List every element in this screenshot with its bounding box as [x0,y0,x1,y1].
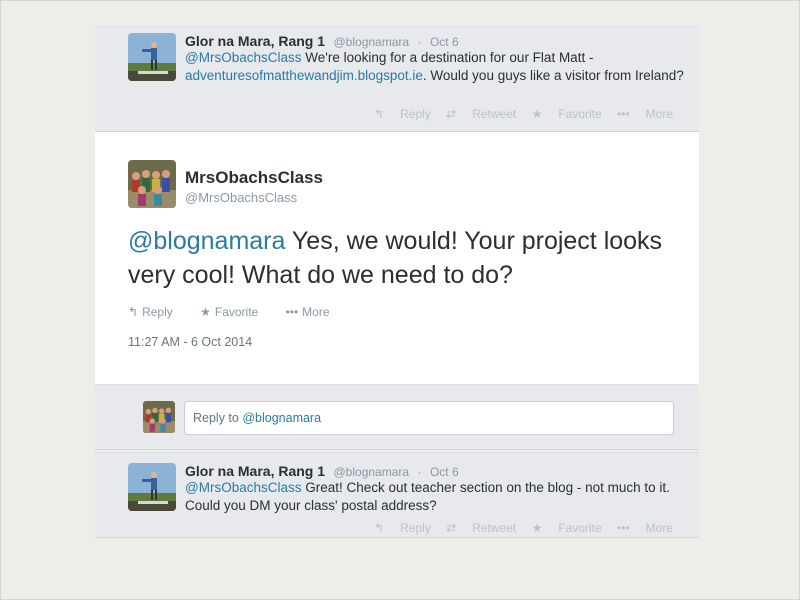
tweet-date[interactable]: Oct 6 [430,465,459,479]
retweet-icon: ⇄ [446,107,457,121]
reply-input[interactable]: Reply to @blognamara [184,401,674,435]
mention-link[interactable]: @MrsObachsClass [185,50,301,65]
main-tweet: MrsObachsClass @MrsObachsClass @blognama… [95,132,699,384]
mention-link[interactable]: @MrsObachsClass [185,480,301,495]
star-icon: ★ [531,521,543,535]
star-icon: ★ [531,107,543,121]
reply-icon: ↰ [128,305,139,319]
star-icon: ★ [200,305,211,319]
author-name[interactable]: Glor na Mara, Rang 1 [185,463,325,479]
more-dots-icon: ••• [285,305,299,319]
tweet-text-part: We're looking for a destination for our … [301,50,594,65]
favorite-button[interactable]: ★ Favorite [200,305,270,319]
tweet-text: @blognamara Yes, we would! Your project … [128,224,688,292]
reply-icon: ↰ [374,107,385,121]
avatar-mrsobachsclass[interactable] [128,160,176,208]
retweet-label: Retweet [472,521,517,535]
author-handle[interactable]: @blognamara [334,35,410,49]
reply-prefix: Reply to [193,411,243,425]
tweet-actions: ↰ Reply ★ Favorite ••• More [128,305,354,319]
more-dots-icon: ••• [617,521,630,535]
tweet-text: @MrsObachsClass We're looking for a dest… [185,49,685,85]
url-link[interactable]: adventuresofmatthewandjim.blogspot.ie [185,68,423,83]
reply-label: Reply [142,305,173,319]
more-button[interactable]: ••• More [617,107,673,121]
more-label: More [645,107,673,121]
tweet-actions: ↰ Reply ⇄ Retweet ★ Favorite ••• More [362,107,673,121]
tweet-text-part: . Would you guys like a visitor from Ire… [422,68,684,83]
favorite-button[interactable]: ★ Favorite [532,107,602,121]
author-handle[interactable]: @MrsObachsClass [185,190,297,205]
avatar-blognamara[interactable] [128,33,176,81]
author-handle[interactable]: @blognamara [334,465,410,479]
more-dots-icon: ••• [617,107,630,121]
tweet-text: @MrsObachsClass Great! Check out teacher… [185,479,685,515]
tweet-date[interactable]: Oct 6 [430,35,459,49]
favorite-button[interactable]: ★ Favorite [532,521,602,535]
reply-mention: @blognamara [242,411,322,425]
separator: · [417,465,422,479]
reply-icon: ↰ [374,521,385,535]
tweet-timestamp[interactable]: 11:27 AM - 6 Oct 2014 [128,335,252,349]
tweet-card-reply[interactable]: Glor na Mara, Rang 1 @blognamara · Oct 6… [95,452,699,538]
separator: · [417,35,422,49]
reply-button[interactable]: ↰ Reply [128,305,185,319]
more-button[interactable]: ••• More [286,305,342,319]
favorite-label: Favorite [558,107,602,121]
favorite-label: Favorite [214,305,259,319]
more-button[interactable]: ••• More [617,521,673,535]
retweet-button[interactable]: ⇄ Retweet [446,107,516,121]
author-name[interactable]: Glor na Mara, Rang 1 [185,33,325,49]
mention-link[interactable]: @blognamara [128,227,285,255]
tweet-actions: ↰ Reply ⇄ Retweet ★ Favorite ••• More [362,521,673,535]
retweet-button[interactable]: ⇄ Retweet [446,521,516,535]
author-name[interactable]: MrsObachsClass [185,168,323,188]
avatar-blognamara[interactable] [128,463,176,511]
retweet-icon: ⇄ [446,521,457,535]
favorite-label: Favorite [558,521,602,535]
reply-button[interactable]: ↰ Reply [374,107,431,121]
tweet-card-previous[interactable]: Glor na Mara, Rang 1 @blognamara · Oct 6… [95,26,699,132]
avatar-mrsobachsclass-small [143,401,175,433]
reply-composer: Reply to @blognamara [95,384,699,450]
reply-label: Reply [400,107,431,121]
more-label: More [645,521,673,535]
more-label: More [302,305,330,319]
reply-label: Reply [400,521,431,535]
retweet-label: Retweet [472,107,517,121]
reply-button[interactable]: ↰ Reply [374,521,431,535]
